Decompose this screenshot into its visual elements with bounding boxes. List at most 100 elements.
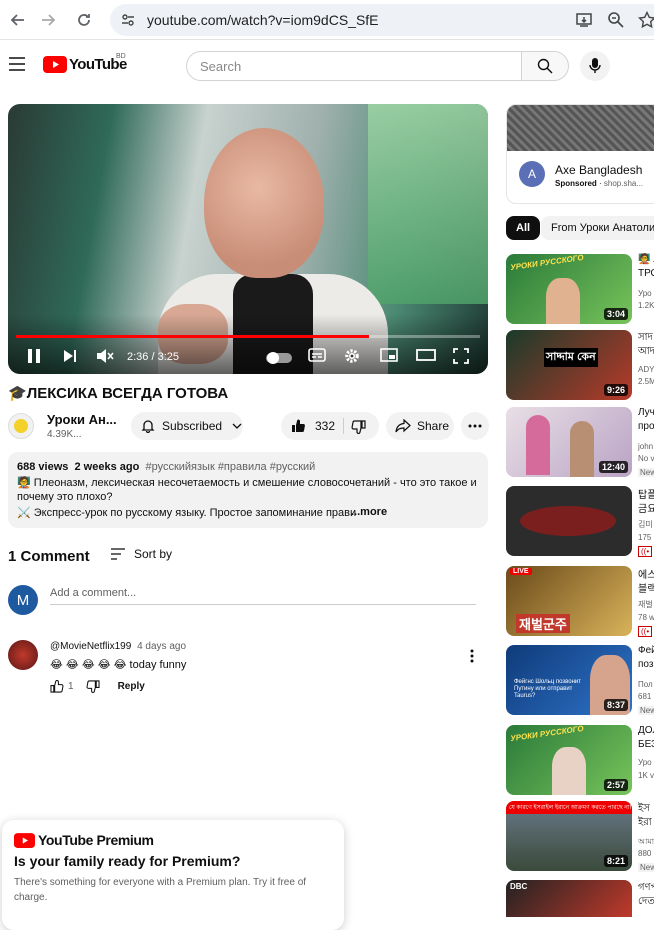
more-link[interactable]: ...more: [351, 506, 387, 518]
chip-all[interactable]: All: [506, 216, 541, 240]
duration: 8:37: [603, 699, 628, 711]
related-title[interactable]: 에스: [638, 566, 654, 581]
sort-by-label: Sort by: [134, 547, 173, 561]
related-title-2[interactable]: ТРО: [638, 268, 654, 279]
more-horizontal-icon: [468, 424, 482, 428]
ad-avatar: A: [519, 161, 545, 187]
like-count[interactable]: 332: [315, 419, 335, 433]
related-title-2[interactable]: দেত: [638, 894, 654, 911]
comment-avatar[interactable]: [8, 640, 38, 670]
theater-mode-icon[interactable]: [416, 348, 436, 367]
related-title-2[interactable]: поз: [638, 659, 653, 670]
live-badge: LIVE: [510, 568, 532, 575]
thumb-person: [546, 278, 580, 324]
subscribe-button[interactable]: Subscribed: [131, 412, 243, 440]
comment-dislike-icon[interactable]: [86, 680, 100, 693]
install-app-icon[interactable]: [575, 11, 593, 34]
dislike-icon[interactable]: [351, 420, 366, 434]
related-thumbnail[interactable]: DBC: [506, 880, 632, 917]
muted-volume-icon[interactable]: [96, 348, 114, 369]
back-arrow-icon[interactable]: [6, 8, 30, 32]
more-actions-button[interactable]: [461, 412, 489, 440]
related-thumbnail[interactable]: [506, 486, 632, 556]
my-avatar[interactable]: M: [8, 585, 38, 615]
related-title-2[interactable]: про: [638, 421, 654, 432]
url-text: youtube.com/watch?v=iom9dCS_SfE: [147, 12, 379, 28]
address-bar[interactable]: youtube.com/watch?v=iom9dCS_SfE: [110, 4, 654, 36]
miniplayer-icon[interactable]: [380, 348, 398, 367]
reload-icon[interactable]: [72, 8, 96, 32]
search-button[interactable]: [521, 51, 569, 81]
title-text: ЛЕКСИКА ВСЕГДА ГОТОВА: [26, 385, 229, 402]
video-title: 🎓ЛЕКСИКА ВСЕГДА ГОТОВА: [8, 384, 228, 402]
time-total: 3:25: [157, 351, 180, 363]
related-title[interactable]: ДОЛ: [638, 725, 654, 736]
menu-icon[interactable]: [9, 57, 25, 76]
autoplay-toggle-icon[interactable]: [266, 351, 292, 369]
channel-name[interactable]: Уроки Ан...: [47, 412, 117, 427]
new-badge: New: [638, 863, 654, 872]
fullscreen-icon[interactable]: [453, 348, 469, 369]
video-player[interactable]: 2:36 / 3:25: [8, 104, 488, 374]
voice-search-button[interactable]: [580, 51, 610, 81]
related-views: 1.2K: [638, 301, 654, 310]
comment-user[interactable]: @MovieNetflix199: [50, 641, 131, 652]
related-channel: 재벌: [638, 600, 653, 609]
related-title-2[interactable]: 블랙: [638, 580, 654, 595]
related-title-2[interactable]: আদ: [638, 344, 654, 361]
comment-age[interactable]: 4 days ago: [137, 641, 186, 652]
browser-toolbar: youtube.com/watch?v=iom9dCS_SfE: [0, 0, 654, 40]
pause-icon[interactable]: [27, 348, 41, 369]
comment-menu-icon[interactable]: [470, 649, 474, 668]
description-line-1: 🧑‍🏫 Плеоназм, лексическая несочетаемость…: [17, 477, 477, 489]
related-title[interactable]: Луч: [638, 407, 654, 418]
bookmark-star-icon[interactable]: [637, 10, 654, 34]
ad-name: Axe Bangladesh: [555, 163, 643, 177]
search-icon: [537, 58, 553, 74]
site-info-icon[interactable]: [120, 12, 136, 33]
progress-bar[interactable]: [16, 335, 480, 338]
related-title[interactable]: 탑플: [638, 486, 654, 501]
related-channel: আমা: [638, 837, 654, 846]
comment-like-icon[interactable]: [50, 680, 64, 693]
related-title[interactable]: 🧑‍🏫 Л: [638, 254, 654, 265]
zoom-icon[interactable]: [607, 11, 625, 34]
ad-sponsored: Sponsored: [555, 179, 597, 188]
comment-reply-button[interactable]: Reply: [118, 681, 145, 692]
related-title[interactable]: Фей: [638, 645, 654, 656]
related-thumbnail[interactable]: Фейгнс Шольц позвонит Путину или отправи…: [506, 645, 632, 715]
channel-avatar[interactable]: [8, 413, 34, 439]
subtitles-icon[interactable]: [308, 348, 326, 367]
comment-actions: 1 Reply: [50, 680, 145, 693]
like-icon[interactable]: [291, 419, 306, 433]
forward-arrow-icon[interactable]: [36, 8, 60, 32]
related-thumbnail[interactable]: 12:40: [506, 407, 632, 477]
sponsored-ad[interactable]: A Axe Bangladesh Sponsored · shop.sha...: [506, 104, 654, 204]
add-comment-input[interactable]: Add a comment...: [50, 587, 476, 605]
related-thumbnail[interactable]: সাদ্দাম কেন 9:26: [506, 330, 632, 400]
related-title-2[interactable]: 금요: [638, 500, 654, 515]
related-title-2[interactable]: БЕЗ: [638, 739, 654, 750]
settings-gear-icon[interactable]: [344, 348, 360, 369]
hashtags[interactable]: #русскийязык #правила #русский: [145, 461, 315, 473]
related-thumbnail[interactable]: УРОКИ РУССКОГО 2:57: [506, 725, 632, 795]
related-thumbnail[interactable]: LIVE 재벌군주: [506, 566, 632, 636]
bell-icon: [141, 420, 155, 433]
youtube-play-icon: [14, 832, 35, 848]
description-box[interactable]: 688 views 2 weeks ago #русскийязык #прав…: [8, 452, 488, 528]
related-thumbnail[interactable]: যে কারণে ইসরাইল ইরানে আক্রমণ করতে পারছে …: [506, 801, 632, 871]
related-title-2[interactable]: ইরা: [638, 815, 652, 832]
search-input[interactable]: Search: [186, 51, 522, 81]
upload-age: 2 weeks ago: [74, 461, 140, 473]
video-frame-window: [368, 104, 488, 304]
sort-by-button[interactable]: Sort by: [110, 547, 172, 561]
chip-from-channel[interactable]: From Уроки Анатолия: [541, 216, 654, 240]
youtube-logo[interactable]: YouTube: [43, 56, 127, 73]
share-button[interactable]: Share: [386, 412, 454, 440]
time-current: 2:36: [127, 351, 149, 363]
next-icon[interactable]: [63, 348, 77, 369]
premium-body-1: There's something for everyone with a Pr…: [14, 877, 307, 888]
related-thumbnail[interactable]: УРОКИ РУССКОГО 3:04: [506, 254, 632, 324]
comment-header: @MovieNetflix199 4 days ago: [50, 641, 186, 652]
comment-like-count: 1: [68, 681, 74, 692]
